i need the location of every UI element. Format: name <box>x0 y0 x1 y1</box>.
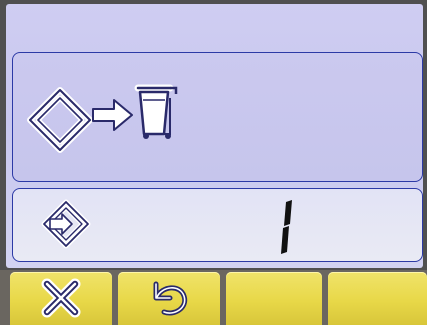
memory-location-icon <box>27 87 93 153</box>
memory-location-icon <box>41 199 91 249</box>
softkey-3[interactable] <box>226 272 322 325</box>
softkey-4[interactable] <box>328 272 427 325</box>
trash-bin-icon <box>134 84 178 139</box>
counter-segment-lower <box>281 226 289 254</box>
close-x-icon <box>41 278 81 318</box>
softkey-undo[interactable] <box>118 272 220 325</box>
undo-arrow-icon <box>153 281 188 316</box>
counter-display: 1 <box>281 200 292 254</box>
softkey-cancel[interactable] <box>10 272 112 325</box>
counter-segment-upper <box>284 200 292 226</box>
